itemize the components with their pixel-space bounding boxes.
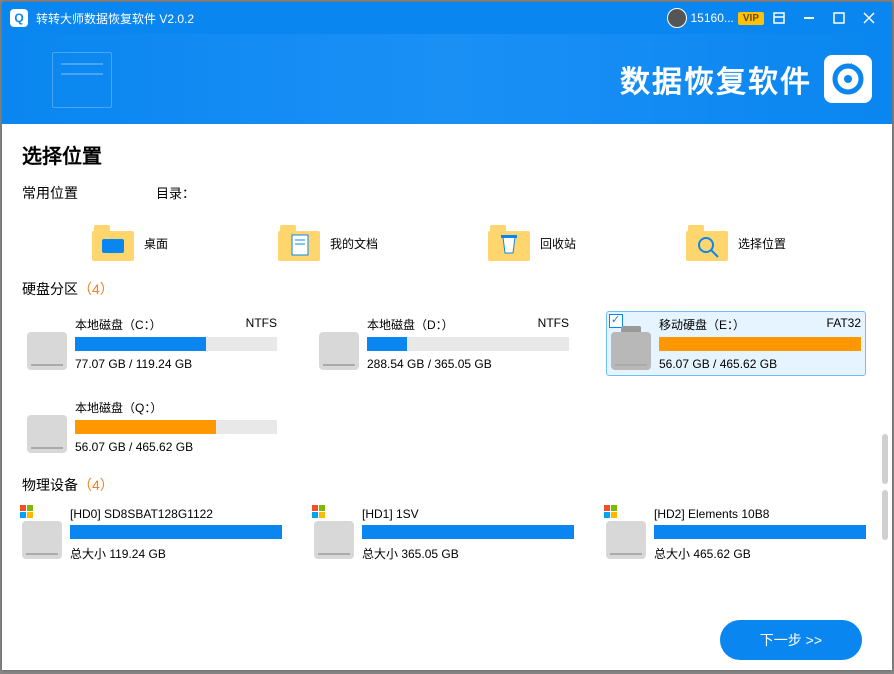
- device-name: [HD1] 1SV: [362, 507, 419, 521]
- common-recycle-bin[interactable]: 回收站: [488, 225, 576, 261]
- settings-button[interactable]: [764, 3, 794, 33]
- minimize-button[interactable]: [794, 3, 824, 33]
- app-title: 转转大师数据恢复软件 V2.0.2: [36, 10, 194, 27]
- usage-bar: [70, 525, 282, 539]
- common-documents[interactable]: 我的文档: [278, 225, 378, 261]
- partition-item[interactable]: 本地磁盘（D：） NTFS 288.54 GB / 365.05 GB: [314, 311, 574, 376]
- partition-name: 本地磁盘（D：）: [367, 316, 454, 333]
- folder-icon: [278, 225, 320, 261]
- disk-icon: [27, 415, 67, 453]
- common-item-label: 桌面: [144, 235, 168, 252]
- physical-device-item[interactable]: [HD0] SD8SBAT128G1122 总大小 119.24 GB: [22, 507, 282, 562]
- common-desktop[interactable]: 桌面: [92, 225, 168, 261]
- vip-badge: VIP: [738, 12, 764, 25]
- device-size: 总大小 119.24 GB: [70, 545, 282, 562]
- usage-bar: [75, 420, 277, 434]
- windows-icon: [604, 505, 618, 519]
- usage-bar: [659, 337, 861, 351]
- banner-title: 数据恢复软件: [620, 57, 812, 101]
- partition-size: 56.07 GB / 465.62 GB: [75, 440, 277, 454]
- folder-icon: [686, 225, 728, 261]
- scrollbar[interactable]: [882, 434, 888, 484]
- usage-bar: [367, 337, 569, 351]
- partition-item[interactable]: 本地磁盘（C：） NTFS 77.07 GB / 119.24 GB: [22, 311, 282, 376]
- common-item-label: 我的文档: [330, 235, 378, 252]
- disk-icon: [611, 332, 651, 370]
- partition-size: 56.07 GB / 465.62 GB: [659, 357, 861, 371]
- partition-count: （4）: [78, 281, 114, 297]
- app-logo-icon: Q: [10, 9, 28, 27]
- physical-device-item[interactable]: [HD2] Elements 10B8 总大小 465.62 GB: [606, 507, 866, 562]
- partition-fs: NTFS: [538, 316, 569, 333]
- next-button[interactable]: 下一步 >>: [720, 620, 862, 660]
- partition-item[interactable]: 移动硬盘（E：） FAT32 56.07 GB / 465.62 GB: [606, 311, 866, 376]
- partition-size: 77.07 GB / 119.24 GB: [75, 357, 277, 371]
- page-title: 选择位置: [22, 140, 872, 169]
- usage-bar: [75, 337, 277, 351]
- physical-count: （4）: [78, 477, 114, 493]
- usage-bar: [654, 525, 866, 539]
- titlebar: Q 转转大师数据恢复软件 V2.0.2 15160... VIP: [2, 2, 892, 34]
- partition-name: 本地磁盘（Q：）: [75, 399, 162, 416]
- banner-app-icon: [824, 55, 872, 103]
- maximize-button[interactable]: [824, 3, 854, 33]
- disk-icon: [314, 521, 354, 559]
- windows-icon: [20, 505, 34, 519]
- device-name: [HD0] SD8SBAT128G1122: [70, 507, 213, 521]
- physical-device-item[interactable]: [HD1] 1SV 总大小 365.05 GB: [314, 507, 574, 562]
- banner-decor-icon: [52, 52, 112, 108]
- scrollbar[interactable]: [882, 490, 888, 540]
- common-item-label: 回收站: [540, 235, 576, 252]
- partition-section-label: 硬盘分区: [22, 281, 78, 297]
- disk-icon: [27, 332, 67, 370]
- common-item-label: 选择位置: [738, 235, 786, 252]
- usage-bar: [362, 525, 574, 539]
- disk-icon: [319, 332, 359, 370]
- partition-name: 移动硬盘（E：）: [659, 316, 745, 333]
- partition-size: 288.54 GB / 365.05 GB: [367, 357, 569, 371]
- avatar[interactable]: [667, 8, 687, 28]
- partition-fs: NTFS: [246, 316, 277, 333]
- device-size: 总大小 465.62 GB: [654, 545, 866, 562]
- disk-icon: [606, 521, 646, 559]
- common-choose-location[interactable]: 选择位置: [686, 225, 786, 261]
- common-section-label: 常用位置: [22, 183, 78, 203]
- device-name: [HD2] Elements 10B8: [654, 507, 769, 521]
- partition-item[interactable]: 本地磁盘（Q：） 56.07 GB / 465.62 GB: [22, 394, 282, 459]
- folder-icon: [92, 225, 134, 261]
- folder-icon: [488, 225, 530, 261]
- close-button[interactable]: [854, 3, 884, 33]
- windows-icon: [312, 505, 326, 519]
- partition-name: 本地磁盘（C：）: [75, 316, 162, 333]
- banner: 数据恢复软件: [2, 34, 892, 124]
- disk-icon: [22, 521, 62, 559]
- partition-fs: FAT32: [827, 316, 861, 333]
- directory-label: 目录：: [156, 183, 195, 202]
- device-size: 总大小 365.05 GB: [362, 545, 574, 562]
- username: 15160...: [691, 11, 734, 25]
- physical-section-label: 物理设备: [22, 477, 78, 493]
